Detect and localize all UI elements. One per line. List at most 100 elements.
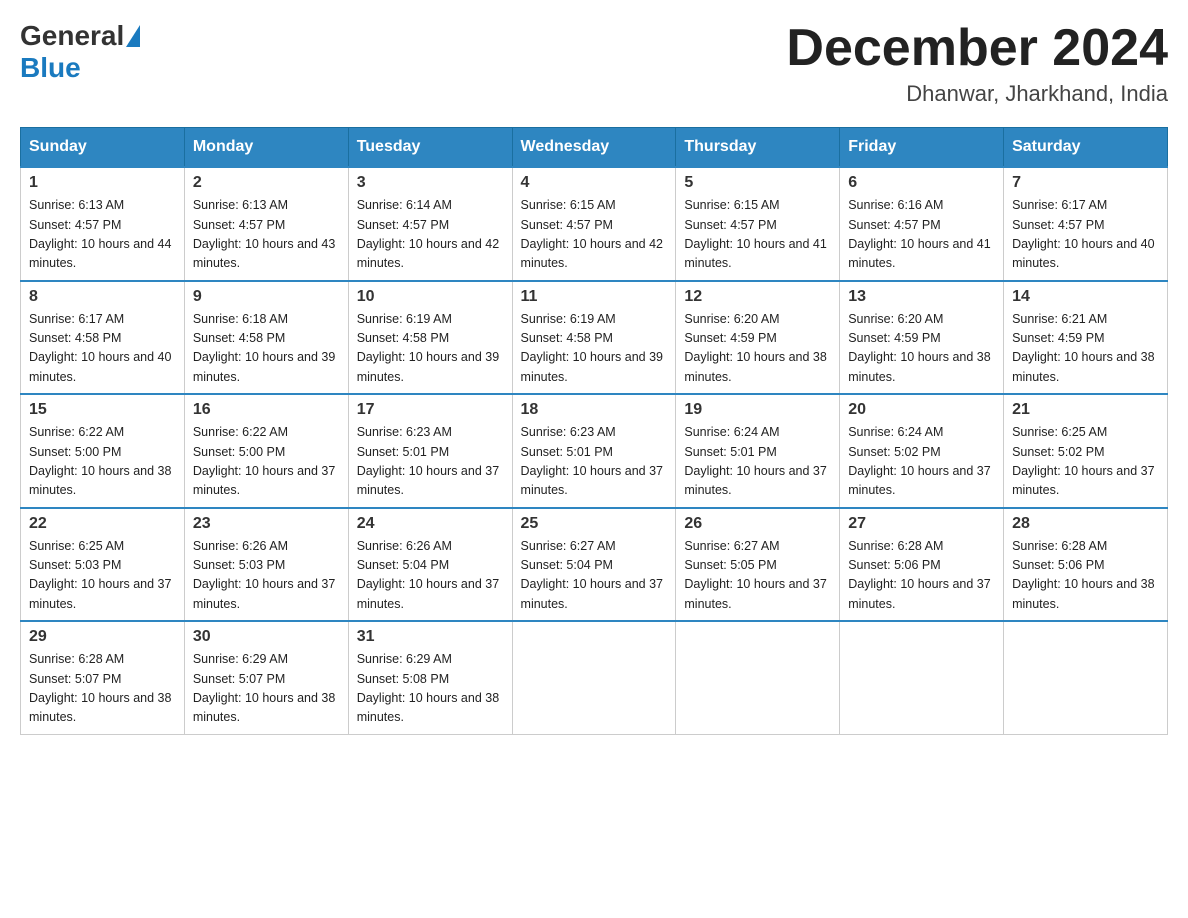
- calendar-cell: 22 Sunrise: 6:25 AMSunset: 5:03 PMDaylig…: [21, 508, 185, 622]
- calendar-header-wednesday: Wednesday: [512, 128, 676, 168]
- day-info: Sunrise: 6:26 AMSunset: 5:04 PMDaylight:…: [357, 539, 499, 611]
- calendar-cell: [1004, 621, 1168, 734]
- day-number: 11: [521, 288, 668, 306]
- calendar-cell: 18 Sunrise: 6:23 AMSunset: 5:01 PMDaylig…: [512, 394, 676, 508]
- day-info: Sunrise: 6:28 AMSunset: 5:07 PMDaylight:…: [29, 652, 171, 724]
- week-row-3: 15 Sunrise: 6:22 AMSunset: 5:00 PMDaylig…: [21, 394, 1168, 508]
- day-number: 13: [848, 288, 995, 306]
- calendar-header-friday: Friday: [840, 128, 1004, 168]
- day-info: Sunrise: 6:18 AMSunset: 4:58 PMDaylight:…: [193, 312, 335, 384]
- day-number: 31: [357, 628, 504, 646]
- calendar-cell: 5 Sunrise: 6:15 AMSunset: 4:57 PMDayligh…: [676, 167, 840, 281]
- day-info: Sunrise: 6:26 AMSunset: 5:03 PMDaylight:…: [193, 539, 335, 611]
- logo-general-text: General: [20, 20, 124, 52]
- day-info: Sunrise: 6:23 AMSunset: 5:01 PMDaylight:…: [357, 425, 499, 497]
- calendar-cell: 13 Sunrise: 6:20 AMSunset: 4:59 PMDaylig…: [840, 281, 1004, 395]
- calendar-cell: 1 Sunrise: 6:13 AMSunset: 4:57 PMDayligh…: [21, 167, 185, 281]
- calendar-cell: 3 Sunrise: 6:14 AMSunset: 4:57 PMDayligh…: [348, 167, 512, 281]
- calendar-cell: 25 Sunrise: 6:27 AMSunset: 5:04 PMDaylig…: [512, 508, 676, 622]
- calendar-cell: 17 Sunrise: 6:23 AMSunset: 5:01 PMDaylig…: [348, 394, 512, 508]
- day-number: 7: [1012, 174, 1159, 192]
- day-number: 26: [684, 515, 831, 533]
- day-info: Sunrise: 6:25 AMSunset: 5:02 PMDaylight:…: [1012, 425, 1154, 497]
- calendar-header-thursday: Thursday: [676, 128, 840, 168]
- day-number: 27: [848, 515, 995, 533]
- calendar-cell: 12 Sunrise: 6:20 AMSunset: 4:59 PMDaylig…: [676, 281, 840, 395]
- day-number: 5: [684, 174, 831, 192]
- day-info: Sunrise: 6:28 AMSunset: 5:06 PMDaylight:…: [848, 539, 990, 611]
- month-title: December 2024: [786, 20, 1168, 77]
- day-info: Sunrise: 6:19 AMSunset: 4:58 PMDaylight:…: [521, 312, 663, 384]
- calendar-cell: 31 Sunrise: 6:29 AMSunset: 5:08 PMDaylig…: [348, 621, 512, 734]
- title-section: December 2024 Dhanwar, Jharkhand, India: [786, 20, 1168, 107]
- day-number: 17: [357, 401, 504, 419]
- day-info: Sunrise: 6:13 AMSunset: 4:57 PMDaylight:…: [193, 198, 335, 270]
- calendar-cell: 20 Sunrise: 6:24 AMSunset: 5:02 PMDaylig…: [840, 394, 1004, 508]
- calendar-cell: 10 Sunrise: 6:19 AMSunset: 4:58 PMDaylig…: [348, 281, 512, 395]
- day-number: 30: [193, 628, 340, 646]
- day-info: Sunrise: 6:17 AMSunset: 4:57 PMDaylight:…: [1012, 198, 1154, 270]
- day-number: 25: [521, 515, 668, 533]
- calendar-cell: 4 Sunrise: 6:15 AMSunset: 4:57 PMDayligh…: [512, 167, 676, 281]
- calendar-cell: [840, 621, 1004, 734]
- day-info: Sunrise: 6:21 AMSunset: 4:59 PMDaylight:…: [1012, 312, 1154, 384]
- calendar-cell: 16 Sunrise: 6:22 AMSunset: 5:00 PMDaylig…: [184, 394, 348, 508]
- day-info: Sunrise: 6:24 AMSunset: 5:02 PMDaylight:…: [848, 425, 990, 497]
- day-info: Sunrise: 6:27 AMSunset: 5:05 PMDaylight:…: [684, 539, 826, 611]
- day-info: Sunrise: 6:22 AMSunset: 5:00 PMDaylight:…: [193, 425, 335, 497]
- calendar-cell: 6 Sunrise: 6:16 AMSunset: 4:57 PMDayligh…: [840, 167, 1004, 281]
- logo-blue-text: Blue: [20, 52, 81, 84]
- day-info: Sunrise: 6:22 AMSunset: 5:00 PMDaylight:…: [29, 425, 171, 497]
- day-info: Sunrise: 6:27 AMSunset: 5:04 PMDaylight:…: [521, 539, 663, 611]
- day-number: 28: [1012, 515, 1159, 533]
- calendar-cell: 2 Sunrise: 6:13 AMSunset: 4:57 PMDayligh…: [184, 167, 348, 281]
- day-number: 22: [29, 515, 176, 533]
- day-number: 15: [29, 401, 176, 419]
- calendar-cell: [512, 621, 676, 734]
- calendar-cell: 15 Sunrise: 6:22 AMSunset: 5:00 PMDaylig…: [21, 394, 185, 508]
- day-number: 21: [1012, 401, 1159, 419]
- calendar-cell: 28 Sunrise: 6:28 AMSunset: 5:06 PMDaylig…: [1004, 508, 1168, 622]
- calendar-header-row: SundayMondayTuesdayWednesdayThursdayFrid…: [21, 128, 1168, 168]
- calendar-cell: 19 Sunrise: 6:24 AMSunset: 5:01 PMDaylig…: [676, 394, 840, 508]
- day-number: 8: [29, 288, 176, 306]
- page-header: General Blue December 2024 Dhanwar, Jhar…: [20, 20, 1168, 107]
- calendar-cell: 8 Sunrise: 6:17 AMSunset: 4:58 PMDayligh…: [21, 281, 185, 395]
- day-number: 16: [193, 401, 340, 419]
- location-title: Dhanwar, Jharkhand, India: [786, 81, 1168, 107]
- day-info: Sunrise: 6:20 AMSunset: 4:59 PMDaylight:…: [848, 312, 990, 384]
- day-number: 4: [521, 174, 668, 192]
- day-info: Sunrise: 6:15 AMSunset: 4:57 PMDaylight:…: [684, 198, 826, 270]
- week-row-1: 1 Sunrise: 6:13 AMSunset: 4:57 PMDayligh…: [21, 167, 1168, 281]
- day-number: 29: [29, 628, 176, 646]
- day-number: 23: [193, 515, 340, 533]
- calendar-header-tuesday: Tuesday: [348, 128, 512, 168]
- day-number: 14: [1012, 288, 1159, 306]
- day-info: Sunrise: 6:25 AMSunset: 5:03 PMDaylight:…: [29, 539, 171, 611]
- calendar-header-saturday: Saturday: [1004, 128, 1168, 168]
- day-info: Sunrise: 6:14 AMSunset: 4:57 PMDaylight:…: [357, 198, 499, 270]
- calendar-cell: 26 Sunrise: 6:27 AMSunset: 5:05 PMDaylig…: [676, 508, 840, 622]
- calendar-cell: 29 Sunrise: 6:28 AMSunset: 5:07 PMDaylig…: [21, 621, 185, 734]
- calendar-cell: 24 Sunrise: 6:26 AMSunset: 5:04 PMDaylig…: [348, 508, 512, 622]
- day-number: 10: [357, 288, 504, 306]
- day-info: Sunrise: 6:23 AMSunset: 5:01 PMDaylight:…: [521, 425, 663, 497]
- day-number: 20: [848, 401, 995, 419]
- day-number: 2: [193, 174, 340, 192]
- calendar-header-sunday: Sunday: [21, 128, 185, 168]
- calendar-table: SundayMondayTuesdayWednesdayThursdayFrid…: [20, 127, 1168, 735]
- calendar-cell: 21 Sunrise: 6:25 AMSunset: 5:02 PMDaylig…: [1004, 394, 1168, 508]
- day-number: 12: [684, 288, 831, 306]
- day-info: Sunrise: 6:16 AMSunset: 4:57 PMDaylight:…: [848, 198, 990, 270]
- week-row-4: 22 Sunrise: 6:25 AMSunset: 5:03 PMDaylig…: [21, 508, 1168, 622]
- calendar-cell: 9 Sunrise: 6:18 AMSunset: 4:58 PMDayligh…: [184, 281, 348, 395]
- day-number: 24: [357, 515, 504, 533]
- day-number: 6: [848, 174, 995, 192]
- day-info: Sunrise: 6:15 AMSunset: 4:57 PMDaylight:…: [521, 198, 663, 270]
- day-info: Sunrise: 6:29 AMSunset: 5:08 PMDaylight:…: [357, 652, 499, 724]
- calendar-cell: 14 Sunrise: 6:21 AMSunset: 4:59 PMDaylig…: [1004, 281, 1168, 395]
- day-number: 1: [29, 174, 176, 192]
- day-info: Sunrise: 6:13 AMSunset: 4:57 PMDaylight:…: [29, 198, 171, 270]
- day-info: Sunrise: 6:24 AMSunset: 5:01 PMDaylight:…: [684, 425, 826, 497]
- day-number: 3: [357, 174, 504, 192]
